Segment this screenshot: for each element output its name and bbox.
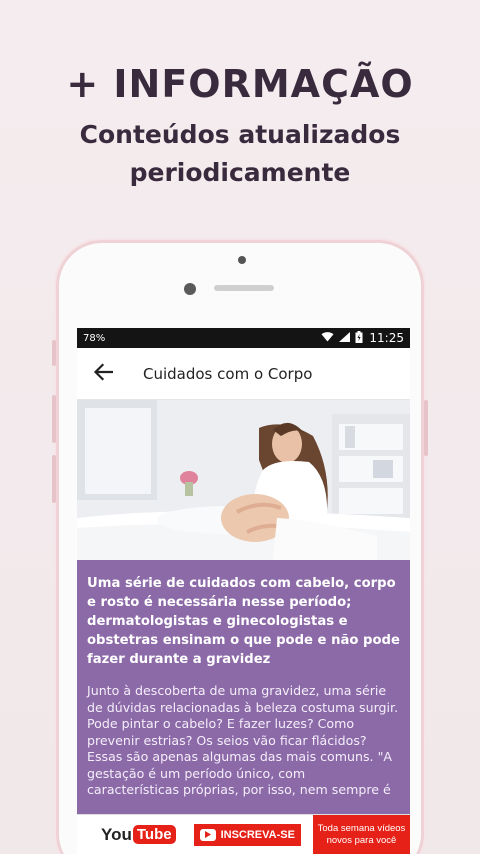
clock: 11:25 [369,331,404,345]
phone-screen: 78% 11:25 Cuidados com o Corpo Uma série… [77,328,410,854]
phone-speaker [214,285,274,291]
front-camera [184,283,196,295]
youtube-ad-banner[interactable]: You Tube INSCREVA-SE Toda semana vídeos … [77,814,410,854]
arrow-back-icon [93,362,114,385]
phone-side-button [52,395,56,443]
article-content: Uma série de cuidados com cabelo, corpo … [77,560,410,854]
battery-level: 78% [83,332,106,344]
youtube-logo-you: You [101,824,132,844]
phone-sensor [238,256,246,264]
screen-title: Cuidados com o Corpo [143,364,313,383]
subscribe-button[interactable]: INSCREVA-SE [193,823,301,846]
phone-side-button [52,455,56,503]
play-icon [199,828,216,841]
promo-title: + INFORMAÇÃO [66,62,414,106]
phone-side-button [424,400,428,456]
article-lead: Uma série de cuidados com cabelo, corpo … [87,576,400,667]
article-body: Junto à descoberta de uma gravidez, uma … [87,683,399,797]
phone-side-button [52,340,56,366]
article-hero-image [77,400,410,560]
app-bar: Cuidados com o Corpo [77,348,410,400]
signal-icon [339,331,351,345]
wifi-icon [321,331,334,345]
youtube-logo: You Tube [101,825,176,845]
back-button[interactable] [77,348,129,400]
ad-note: Toda semana vídeos novos para você [312,814,410,854]
battery-charging-icon [355,330,363,346]
status-bar: 78% 11:25 [77,328,410,348]
youtube-logo-tube: Tube [132,825,176,844]
subscribe-label: INSCREVA-SE [220,828,295,841]
promo-subtitle: Conteúdos atualizados periodicamente [79,120,401,187]
